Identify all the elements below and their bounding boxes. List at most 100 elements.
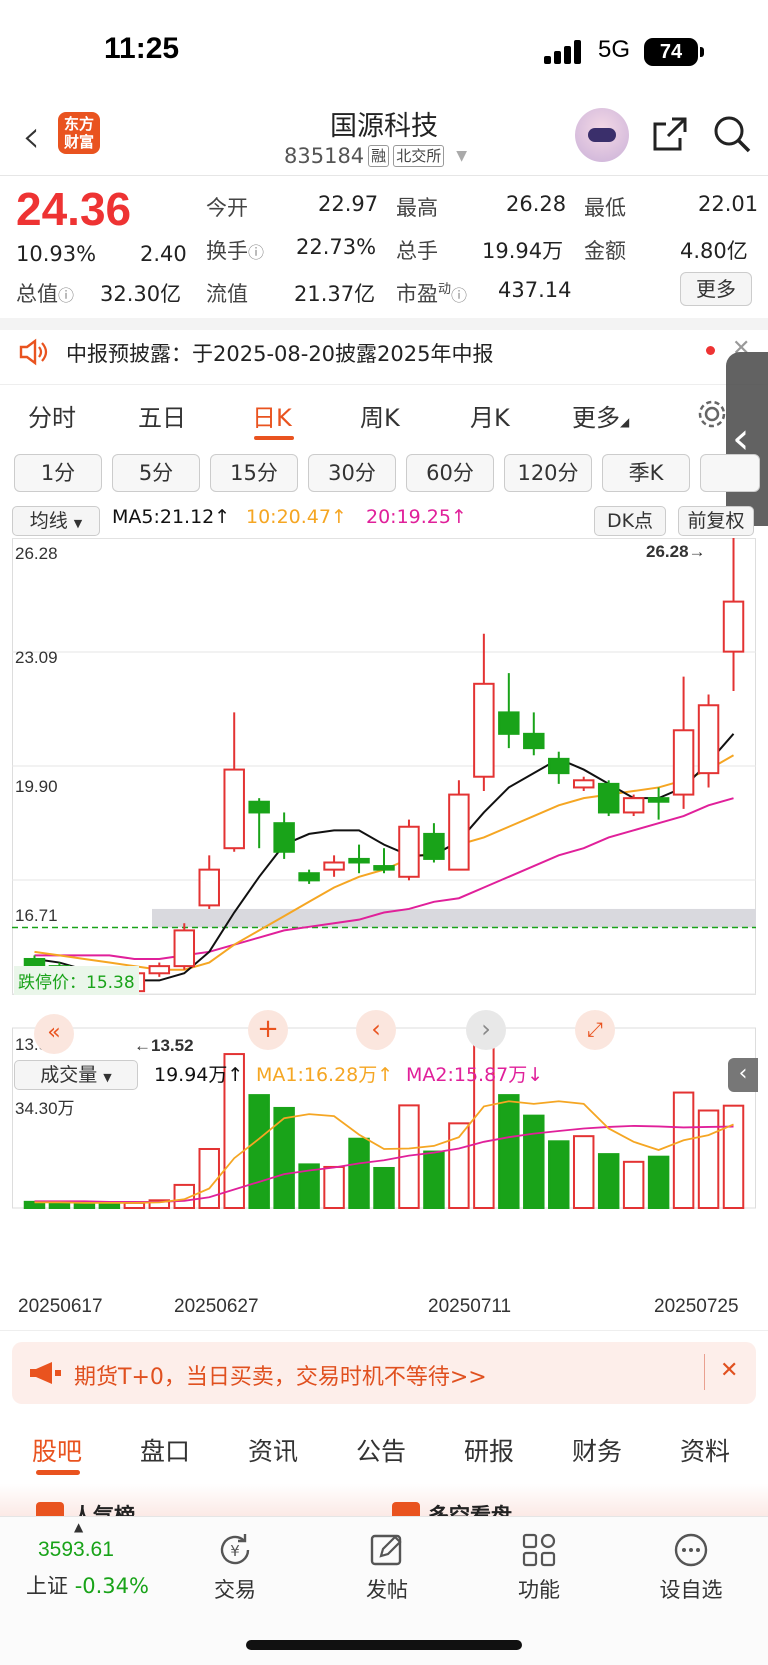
period-season-k[interactable]: 季K <box>602 454 690 492</box>
period-5min[interactable]: 5分 <box>112 454 200 492</box>
volume-bar <box>622 1160 645 1209</box>
volume-bar <box>647 1155 670 1210</box>
turnover-label[interactable]: 换手ⓘ <box>206 235 264 265</box>
nav-add-watchlist[interactable]: 设自选 <box>636 1530 746 1604</box>
tab-profile[interactable]: 资料 <box>680 1432 730 1468</box>
trade-icon: ¥ <box>220 1534 250 1565</box>
ma-select[interactable]: 均线 ▼ <box>12 506 100 536</box>
divider <box>0 384 768 385</box>
index-value[interactable]: 3593.61 <box>38 1538 114 1562</box>
candle-body <box>572 779 595 789</box>
volume-indicator-select[interactable]: 成交量 ▼ <box>14 1060 138 1090</box>
tab-intraday[interactable]: 分时 <box>28 398 76 433</box>
peek-row: 人气榜 多空看盘 <box>0 1484 768 1528</box>
tab-weekly-k[interactable]: 周K <box>360 398 400 433</box>
zoom-in-icon[interactable]: + <box>248 1010 288 1050</box>
promo-close-icon[interactable]: ✕ <box>720 1358 738 1383</box>
collapse-icon[interactable]: ‹ <box>728 1058 758 1092</box>
nav-trade[interactable]: ¥ 交易 <box>180 1530 290 1604</box>
section-separator <box>0 318 768 330</box>
period-30min[interactable]: 30分 <box>308 454 396 492</box>
open-value: 22.97 <box>318 192 379 216</box>
kline-chart[interactable] <box>12 538 756 1290</box>
tab-more[interactable]: 更多◢ <box>572 398 629 433</box>
candle-body <box>722 600 745 653</box>
rewind-icon[interactable]: « <box>34 1014 74 1054</box>
period-120min[interactable]: 120分 <box>504 454 592 492</box>
candle-body <box>273 822 295 853</box>
more-quote-button[interactable]: 更多 <box>680 272 752 306</box>
unread-dot <box>706 346 715 355</box>
min-marker: ←13.52 <box>134 1036 194 1055</box>
exchange-tag: 北交所 <box>393 145 445 167</box>
candle-body <box>423 832 445 860</box>
tab-daily-k[interactable]: 日K <box>252 398 292 433</box>
search-icon[interactable] <box>712 114 752 154</box>
x-tick: 20250711 <box>428 1296 512 1317</box>
divider <box>0 1330 768 1331</box>
volume-value: 19.94万 <box>482 239 564 263</box>
candle-body <box>697 704 720 775</box>
scroll-left-icon[interactable]: ‹ <box>356 1010 396 1050</box>
y-tick: 16.71 <box>15 906 58 925</box>
volume-bar <box>323 1165 345 1210</box>
signal-icon <box>544 40 584 64</box>
tab-finance[interactable]: 财务 <box>572 1432 622 1468</box>
x-tick: 20250725 <box>654 1296 739 1317</box>
assistant-robot-icon[interactable] <box>575 108 629 162</box>
ma10-value: 10:20.47↑ <box>246 506 347 528</box>
scroll-right-icon[interactable]: › <box>466 1010 506 1050</box>
float-value: 21.37亿 <box>294 282 376 306</box>
stock-code: 835184 <box>284 144 365 168</box>
period-60min[interactable]: 60分 <box>406 454 494 492</box>
tab-five-day[interactable]: 五日 <box>138 398 186 433</box>
network-label: 5G <box>598 36 631 63</box>
candle-body <box>398 825 420 878</box>
futures-promo-banner[interactable]: 期货T+0，当日买卖，交易时机不等待>> ✕ <box>12 1342 756 1404</box>
volume-bar <box>423 1150 445 1209</box>
share-icon[interactable] <box>652 116 688 152</box>
mktcap-value: 32.30亿 <box>100 282 182 306</box>
nav-post[interactable]: 发帖 <box>332 1530 442 1604</box>
tab-monthly-k[interactable]: 月K <box>470 398 510 433</box>
margin-tag: 融 <box>368 145 390 167</box>
period-1min[interactable]: 1分 <box>14 454 102 492</box>
low-label: 最低 <box>584 196 626 220</box>
float-label: 流值 <box>206 282 248 306</box>
period-overflow[interactable] <box>700 454 760 492</box>
notice-text[interactable]: 中报预披露：于2025-08-20披露2025年中报 <box>66 338 493 368</box>
status-time: 11:25 <box>104 32 180 65</box>
volume-bar <box>697 1109 720 1209</box>
candle-body <box>548 757 570 775</box>
tab-pankou[interactable]: 盘口 <box>140 1432 190 1468</box>
dropdown-icon: ▼ <box>456 148 467 164</box>
nav-functions[interactable]: 功能 <box>484 1530 594 1604</box>
volume-ma2: MA2:15.87万↓ <box>406 1064 544 1086</box>
candle-body <box>647 797 670 803</box>
ma5-value: MA5:21.12↑ <box>112 506 231 528</box>
stock-code-line[interactable]: 835184 融 北交所 ▼ <box>284 144 467 168</box>
adjust-button[interactable]: 前复权 <box>678 506 754 536</box>
side-panel-toggle[interactable]: ‹ <box>726 352 768 526</box>
up-caret-icon: ▲ <box>74 1520 84 1534</box>
amount-label: 金额 <box>584 239 626 263</box>
volume-bar <box>198 1147 220 1210</box>
mktcap-label[interactable]: 总值ⓘ <box>16 278 74 308</box>
pe-label[interactable]: 市盈动ⓘ <box>396 278 467 308</box>
tab-research[interactable]: 研报 <box>464 1432 514 1468</box>
svg-text:¥: ¥ <box>230 1542 240 1560</box>
tab-guba[interactable]: 股吧 <box>32 1432 82 1468</box>
tab-underline <box>254 436 294 440</box>
dk-point-button[interactable]: DK点 <box>594 506 666 536</box>
candle-body <box>473 682 495 778</box>
settings-gear-icon[interactable] <box>696 398 728 430</box>
volume-bar <box>722 1104 745 1209</box>
tab-news[interactable]: 资讯 <box>248 1432 298 1468</box>
fullscreen-icon[interactable]: ⤢ <box>575 1010 615 1050</box>
volume-bar <box>373 1166 395 1210</box>
megaphone-icon <box>30 1362 61 1384</box>
period-15min[interactable]: 15分 <box>210 454 298 492</box>
tab-announcements[interactable]: 公告 <box>356 1432 406 1468</box>
index-summary[interactable]: 上证 -0.34% <box>26 1570 149 1600</box>
candle-body <box>373 865 395 871</box>
